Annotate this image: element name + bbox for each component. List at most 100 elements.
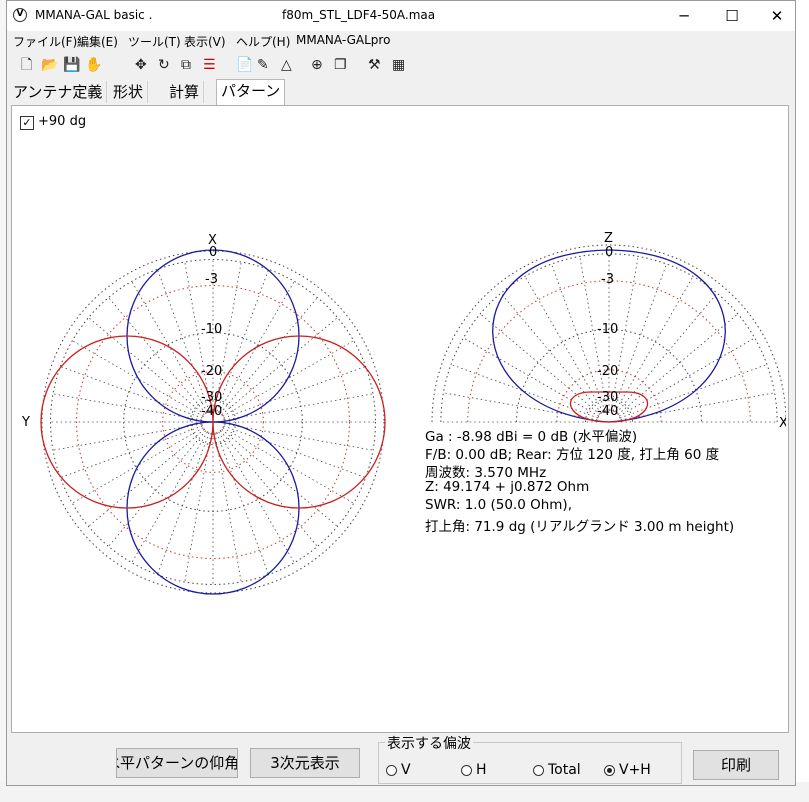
grid-spoke (618, 337, 755, 417)
main-window: V MMANA-GAL basic . f80m_STL_LDF4-50A.ma… (6, 0, 796, 786)
pattern-curves (40, 249, 726, 595)
pattern-panel: ✓ +90 dg XYZX0-3-10-20-30-400-3-10-20-30… (11, 105, 789, 733)
background-right-window (795, 0, 809, 802)
v-ring-label: -10 (597, 322, 618, 337)
menu-edit[interactable]: 編集(E) (77, 33, 118, 50)
radio-h-label: H (476, 762, 487, 778)
menu-help[interactable]: ヘルプ(H) (236, 33, 290, 50)
rotate-icon[interactable]: ↻ (158, 56, 170, 74)
grid-spoke (108, 430, 206, 547)
minimize-button[interactable]: ─ (661, 1, 707, 31)
front-back-info: F/B: 0.00 dB; Rear: 方位 120 度, 打上角 60 度 (425, 447, 720, 463)
radio-total[interactable] (533, 765, 544, 776)
menu-mmana-galpro[interactable]: MMANA-GALpro (296, 33, 390, 47)
grid-spoke (216, 269, 269, 412)
grid-spoke (88, 317, 205, 415)
polarization-group: 表示する偏波 V H Total V+H (378, 733, 682, 784)
file-name: f80m_STL_LDF4-50A.maa (282, 8, 436, 22)
h-ring-label: -20 (201, 364, 222, 379)
menu-bar: ファイル(F) 編集(E) ツール(T) 表示(V) ヘルプ(H) MMANA-… (7, 31, 795, 51)
elements-icon[interactable]: ☰ (203, 56, 216, 74)
grid-spoke (612, 263, 667, 412)
grid-spoke (216, 432, 269, 575)
grid-spoke (450, 364, 599, 419)
h-ring-label: -3 (205, 272, 218, 287)
menu-view[interactable]: 表示(V) (184, 33, 226, 50)
v-ring-label: -30 (597, 390, 618, 405)
radio-total-label: Total (548, 762, 581, 778)
grid-spoke (463, 337, 600, 417)
print-button[interactable]: 印刷 (693, 750, 779, 780)
eraser-icon[interactable]: ✎ (257, 56, 269, 74)
grid-spoke (184, 433, 212, 583)
document-icon[interactable]: 📄 (236, 56, 253, 74)
frequency-info: 周波数: 3.570 MHz (425, 465, 547, 481)
move-icon[interactable]: ✥ (135, 56, 147, 74)
radio-v-label: V (401, 762, 411, 778)
grid-spoke (619, 364, 768, 419)
tab-bar: アンテナ定義 形状 計算 パターン (7, 79, 795, 105)
elevation-pattern-button[interactable]: 水平パターンの仰角 (116, 748, 238, 778)
grid-spoke (224, 423, 374, 451)
tools-icon[interactable]: ⚒ (368, 56, 381, 74)
grid-spoke (157, 432, 210, 575)
app-title: MMANA-GAL basic . (35, 8, 153, 22)
h-ring-label: 0 (209, 245, 217, 260)
v-ring-label: -3 (601, 272, 614, 287)
grid-spoke (221, 429, 338, 527)
hand-icon[interactable]: ✋ (85, 56, 102, 74)
impedance-info: Z: 49.174 + j0.872 Ohm (425, 479, 590, 495)
maximize-button[interactable]: ☐ (709, 1, 755, 31)
grid-spoke (220, 297, 318, 414)
tab-antenna-definition[interactable]: アンテナ定義 (9, 81, 108, 103)
toolbar: 🗋 📂 💾 ✋ ✥ ↻ ⧉ ☰ 📄 ✎ △ ⊕ ❐ ⚒ ▦ (7, 53, 795, 77)
copy-icon[interactable]: ❐ (334, 56, 347, 74)
v-ring-label: -40 (597, 404, 618, 419)
v-axis-z-label: Z (604, 231, 613, 246)
v-ring-label: 0 (605, 245, 613, 260)
open-folder-icon[interactable]: 📂 (41, 56, 58, 74)
grid-spoke (551, 263, 606, 412)
grid-spoke (617, 313, 739, 415)
radio-vh-label: V+H (619, 762, 651, 778)
save-icon[interactable]: 💾 (63, 56, 80, 74)
h-ring-label: -40 (201, 404, 222, 419)
h-ring-label: -10 (201, 322, 222, 337)
view-3d-button[interactable]: 3次元表示 (250, 748, 360, 778)
radio-h[interactable] (461, 765, 472, 776)
menu-file[interactable]: ファイル(F) (13, 33, 77, 50)
grid-spoke (223, 425, 366, 478)
grid-spoke (500, 292, 602, 414)
radio-v[interactable] (386, 765, 397, 776)
target-icon[interactable]: ⊕ (311, 56, 323, 74)
tab-pattern[interactable]: パターン (216, 79, 286, 105)
v-ring-label: -20 (597, 364, 618, 379)
grid-spoke (616, 292, 718, 414)
grid-spoke (60, 366, 203, 419)
grid-spoke (220, 430, 318, 547)
radio-vh[interactable] (604, 765, 615, 776)
triangle-icon[interactable]: △ (281, 56, 292, 74)
grid-spoke (223, 366, 366, 419)
close-button[interactable]: ✕ (754, 1, 795, 31)
h-axis-y-label: Y (21, 415, 30, 430)
title-bar[interactable]: V MMANA-GAL basic . f80m_STL_LDF4-50A.ma… (7, 1, 795, 31)
pattern-plots: XYZX0-3-10-20-30-400-3-10-20-30-40 (21, 231, 786, 595)
grid-spoke (108, 297, 206, 414)
grid-spoke (52, 393, 202, 421)
tab-calculate[interactable]: 計算 (165, 81, 205, 103)
scale-icon[interactable]: ⧉ (181, 56, 191, 74)
grid-spoke (479, 313, 601, 415)
grid-spoke (60, 425, 203, 478)
tab-geometry[interactable]: 形状 (109, 81, 149, 103)
polarization-title: 表示する偏波 (385, 733, 473, 753)
grid-spoke (88, 429, 205, 527)
new-file-icon[interactable]: 🗋 (21, 56, 32, 74)
grid-spoke (221, 317, 338, 415)
calculator-icon[interactable]: ▦ (392, 56, 405, 74)
grid-spoke (52, 423, 202, 451)
menu-tools[interactable]: ツール(T) (128, 33, 181, 50)
grid-spoke (214, 433, 242, 583)
gain-info: Ga : -8.98 dBi = 0 dB (水平偏波) (425, 429, 638, 445)
app-icon: V (13, 8, 27, 22)
